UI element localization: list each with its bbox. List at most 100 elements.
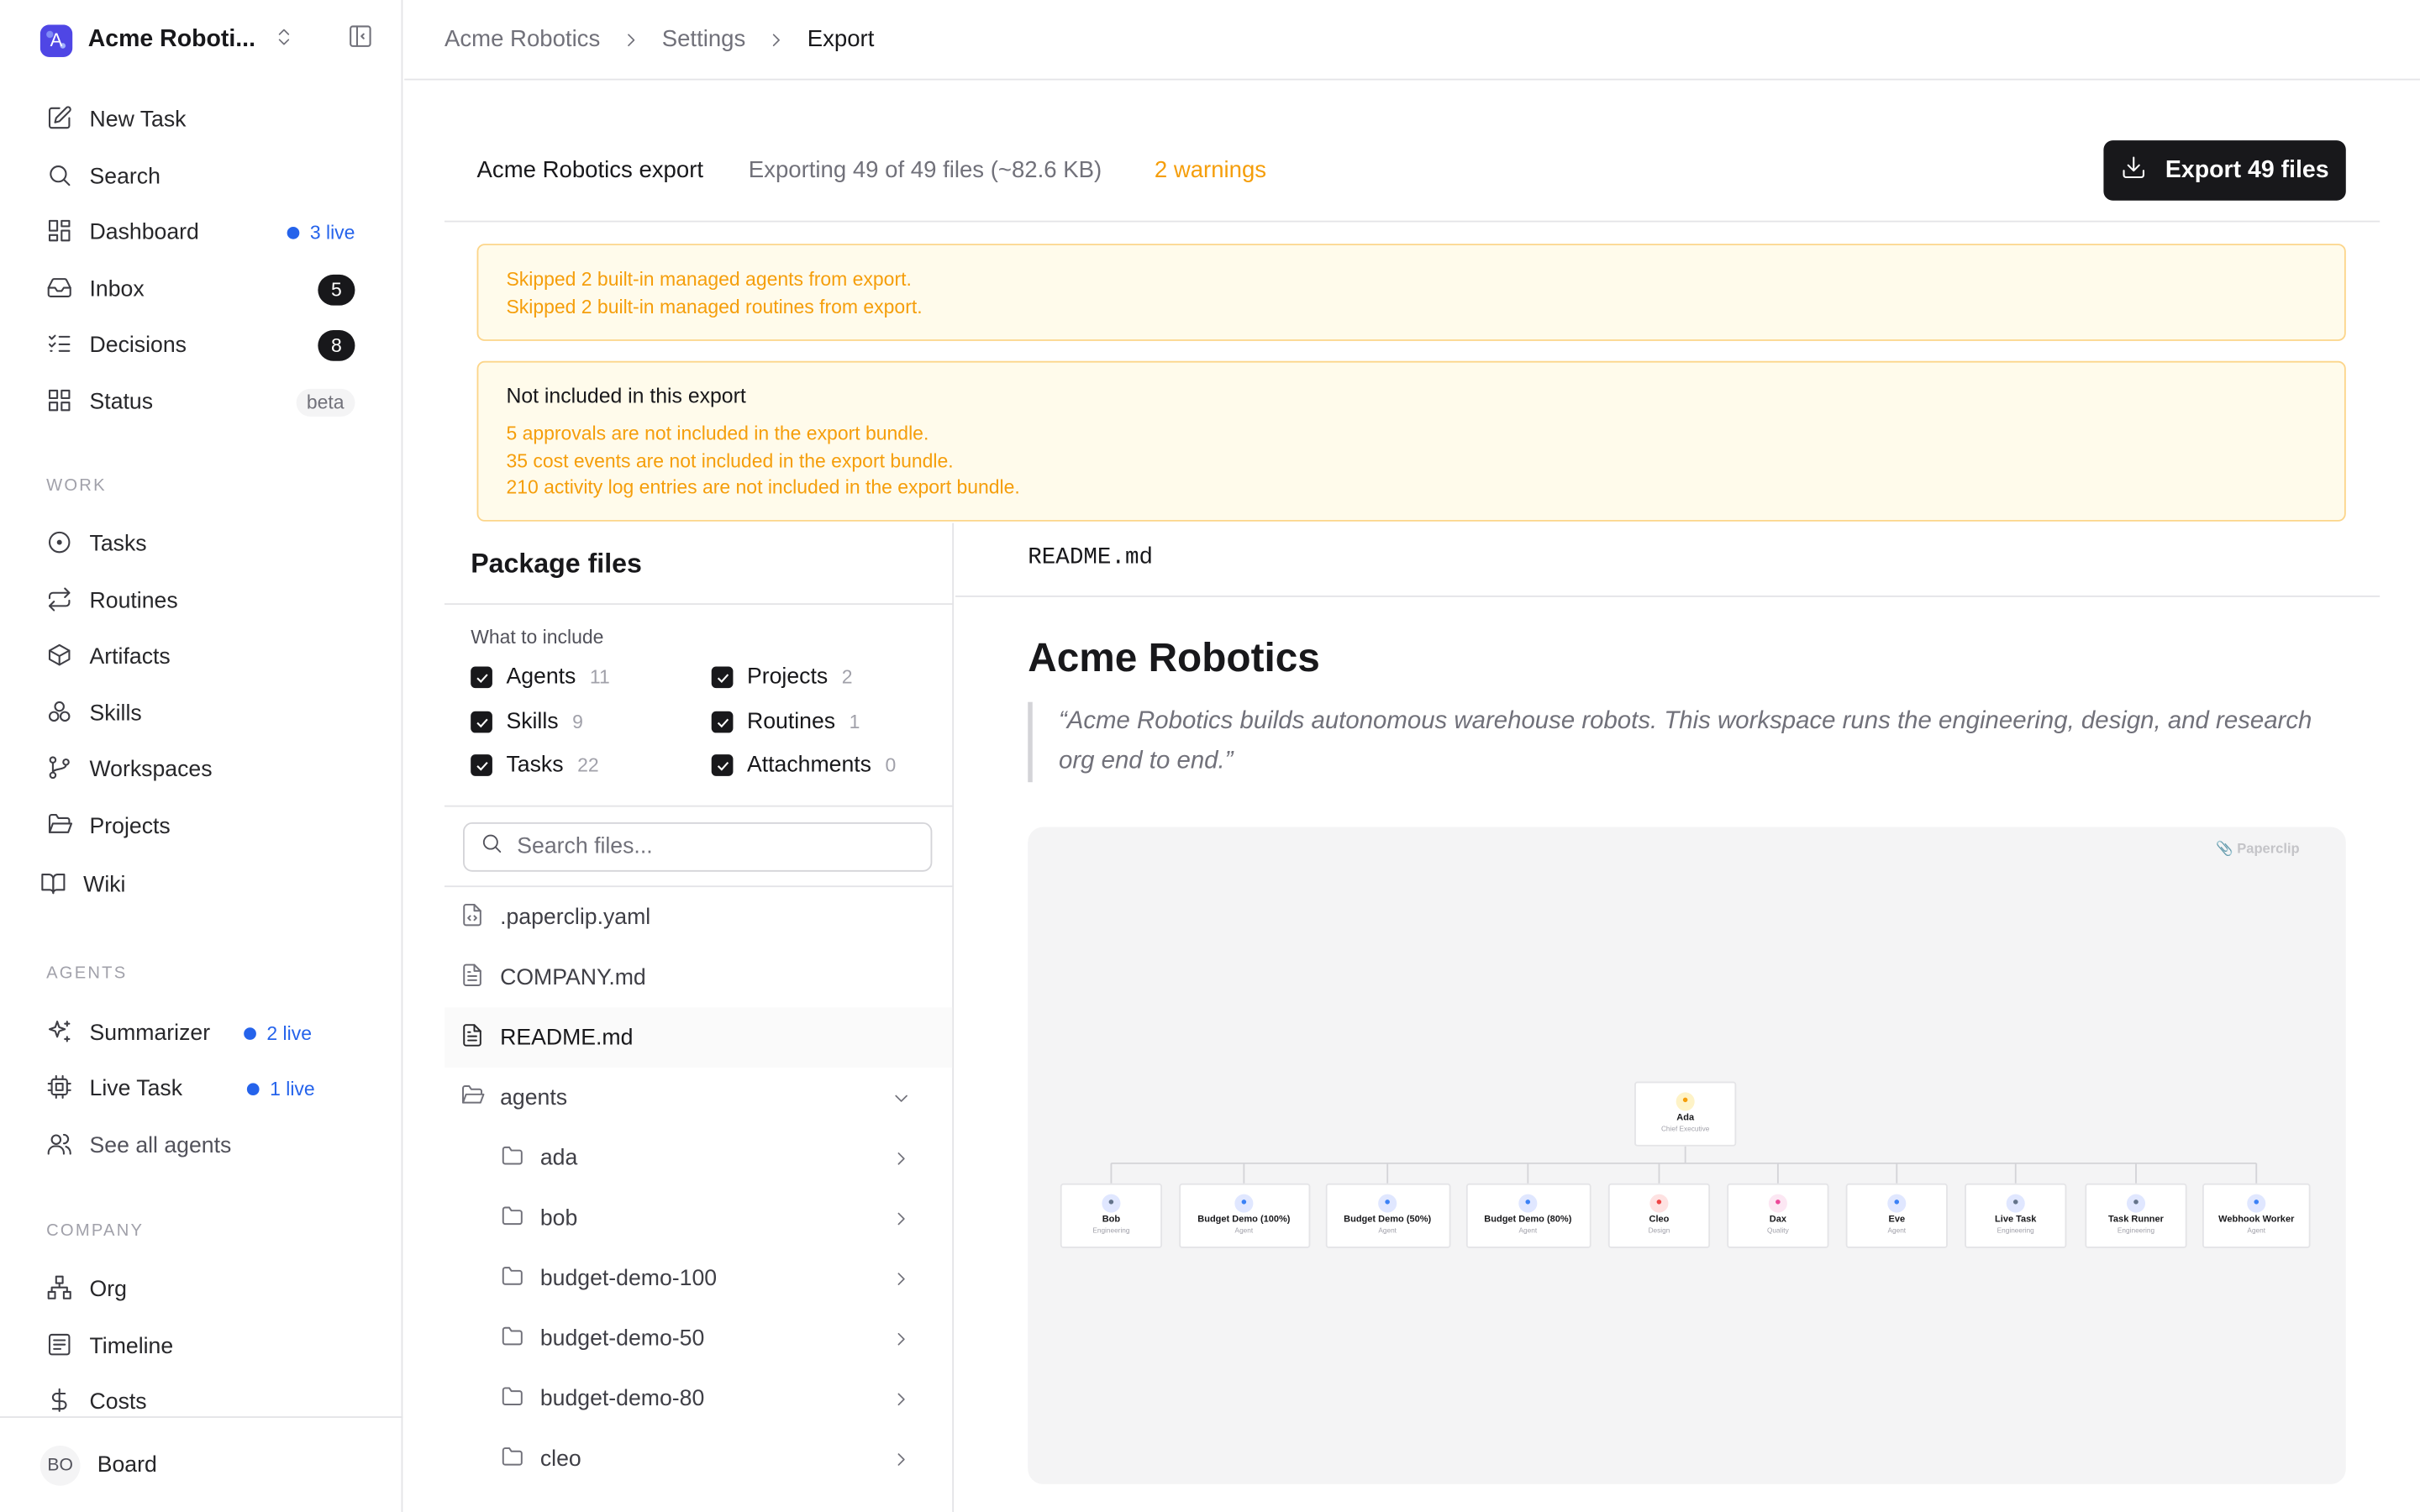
skipped-warning-alert: Skipped 2 built-in managed agents from e… (476, 244, 2346, 341)
folder-row[interactable]: cleo (445, 1429, 952, 1489)
org-node: ● Budget Demo (100%) Agent (1178, 1183, 1310, 1248)
user-name: Board (97, 1452, 157, 1478)
nav-new-task[interactable]: New Task (46, 99, 358, 142)
org-node-name: Budget Demo (50%) (1344, 1215, 1432, 1226)
chevrons-up-down-icon (273, 25, 295, 55)
folder-row[interactable]: ada (445, 1128, 952, 1189)
chevron-down-icon[interactable] (891, 1087, 913, 1109)
folder-icon (500, 1323, 524, 1354)
agent-icon: ● (1518, 1194, 1538, 1213)
alert-line: 210 activity log entries are not include… (506, 476, 1020, 499)
agent-icon: ● (1676, 1092, 1695, 1111)
folder-icon (500, 1203, 524, 1234)
agent-icon: ● (2006, 1194, 2025, 1213)
nav-tasks[interactable]: Tasks (46, 523, 358, 566)
export-summary: Exporting 49 of 49 files (~82.6 KB) (748, 157, 1102, 184)
search-files-input[interactable] (517, 834, 888, 860)
nav-label: Routines (89, 589, 178, 615)
divider (444, 603, 955, 605)
file-row[interactable]: COMPANY.md (445, 948, 952, 1008)
nav-status[interactable]: Status beta (46, 381, 358, 424)
agent-icon: ● (2126, 1194, 2146, 1213)
nav-agent-summarizer[interactable]: Summarizer 2 live (46, 1012, 358, 1055)
folder-name: budget-demo-80 (539, 1386, 705, 1411)
file-code-icon (460, 902, 484, 933)
chevron-right-icon[interactable] (891, 1448, 913, 1470)
nav-inbox[interactable]: Inbox 5 (46, 269, 358, 312)
include-tasks-checkbox[interactable]: Tasks 22 (471, 753, 599, 778)
org-node: ● Task Runner Engineering (2085, 1183, 2187, 1248)
chevron-right-icon[interactable] (891, 1327, 913, 1349)
nav-see-all-agents[interactable]: See all agents (46, 1125, 358, 1168)
nav-workspaces[interactable]: Workspaces (46, 748, 358, 791)
include-skills-checkbox[interactable]: Skills 9 (471, 710, 583, 734)
nav-routines[interactable]: Routines (46, 580, 358, 623)
download-icon (2121, 154, 2165, 187)
workspace-name: Acme Roboti... (87, 26, 256, 53)
chevron-right-icon[interactable] (891, 1388, 913, 1410)
live-dot (243, 1027, 256, 1040)
folder-open-icon (460, 1082, 485, 1113)
not-included-alert: Not included in this export 5 approvals … (476, 360, 2346, 522)
nav-dashboard[interactable]: Dashboard 3 live (46, 212, 358, 255)
nav-artifacts[interactable]: Artifacts (46, 636, 358, 679)
workspace-switcher[interactable]: A Acme Roboti... (39, 22, 374, 59)
check-icon (711, 754, 734, 776)
nav-decisions[interactable]: Decisions 8 (46, 324, 358, 367)
folder-row[interactable]: agents (445, 1068, 952, 1128)
check-icon (471, 666, 492, 689)
chevron-right-icon[interactable] (891, 1268, 913, 1289)
folder-row[interactable]: budget-demo-100 (445, 1248, 952, 1309)
file-row[interactable]: .paperclip.yaml (445, 887, 952, 948)
org-node-role: Agent (2247, 1226, 2266, 1235)
nav-search[interactable]: Search (46, 156, 358, 199)
org-node-name: Bob (1102, 1215, 1121, 1226)
agent-icon: ● (1649, 1194, 1669, 1213)
include-routines-checkbox[interactable]: Routines 1 (711, 709, 860, 735)
checkbox-label: Routines (746, 709, 836, 735)
nav-skills[interactable]: Skills (46, 693, 358, 736)
nav-projects[interactable]: Projects (46, 806, 358, 848)
nav-timeline[interactable]: Timeline (46, 1326, 358, 1368)
breadcrumb-item[interactable]: Settings (662, 26, 746, 52)
export-button[interactable]: Export 49 files (2103, 140, 2346, 201)
cpu-icon (46, 1073, 72, 1105)
include-agents-checkbox[interactable]: Agents 11 (471, 665, 610, 690)
nav-wiki[interactable]: Wiki (40, 864, 352, 907)
checkbox-count: 11 (589, 666, 610, 689)
org-node-name: Ada (1676, 1114, 1695, 1124)
checkbox-count: 22 (577, 754, 599, 776)
nav-label: Projects (89, 814, 171, 840)
nav-label: Live Task (89, 1077, 183, 1102)
file-row-selected[interactable]: README.md (444, 1007, 953, 1068)
org-node: ● Bob Engineering (1060, 1183, 1163, 1248)
nav-agent-live-task[interactable]: Live Task 1 live (46, 1068, 358, 1110)
search-icon (46, 161, 72, 194)
user-menu[interactable]: BO Board (0, 1416, 403, 1512)
breadcrumb-current: Export (807, 26, 875, 53)
chevron-right-icon[interactable] (891, 1147, 913, 1169)
breadcrumb-item[interactable]: Acme Robotics (445, 26, 600, 52)
folder-name: ada (539, 1145, 578, 1171)
checkbox-count: 9 (572, 711, 583, 733)
warnings-count: 2 warnings (1154, 157, 1267, 184)
file-search[interactable] (463, 822, 933, 872)
folder-row[interactable]: bob (445, 1188, 952, 1248)
export-title: Acme Robotics export (476, 157, 704, 184)
org-node-role: Agent (1234, 1226, 1254, 1235)
org-node-role: Agent (1378, 1226, 1397, 1235)
org-node-name: Dax (1769, 1215, 1786, 1226)
collapse-sidebar-icon[interactable] (347, 24, 373, 57)
beta-badge: beta (296, 388, 355, 417)
folder-row[interactable]: budget-demo-50 (445, 1309, 952, 1369)
folder-row[interactable]: budget-demo-80 (445, 1368, 952, 1429)
include-attachments-checkbox[interactable]: Attachments 0 (711, 753, 896, 778)
git-branch-icon (46, 753, 72, 786)
org-node: ● Budget Demo (50%) Agent (1324, 1183, 1450, 1248)
agent-icon: ● (1887, 1194, 1907, 1213)
include-projects-checkbox[interactable]: Projects 2 (711, 665, 852, 690)
list-checks-icon (46, 329, 72, 362)
readme-heading: Acme Robotics (1028, 633, 1320, 680)
nav-org[interactable]: Org (46, 1268, 358, 1311)
chevron-right-icon[interactable] (891, 1207, 913, 1229)
